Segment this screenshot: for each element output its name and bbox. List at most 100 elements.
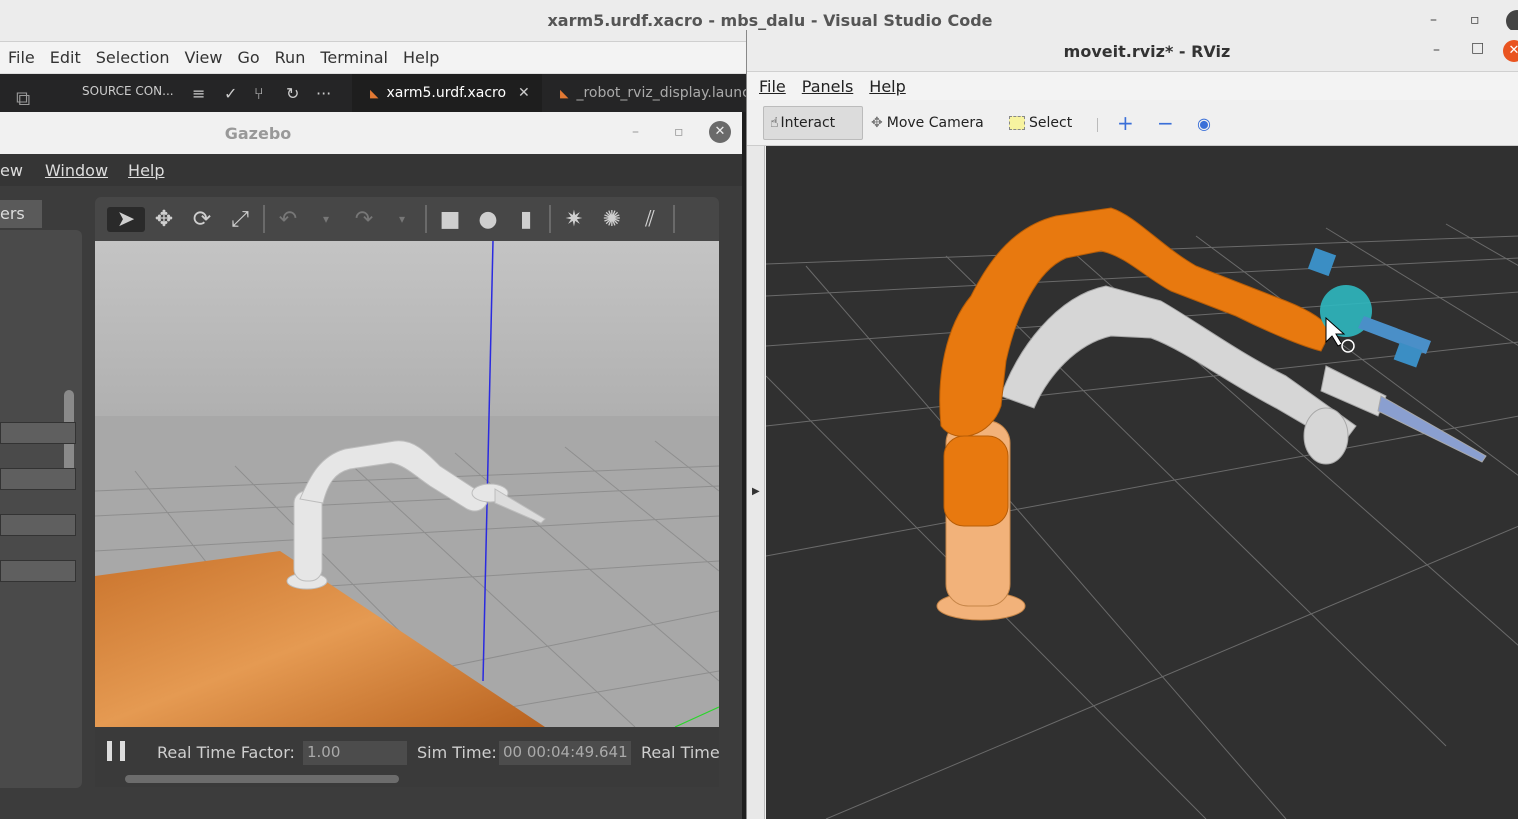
menu-view[interactable]: View bbox=[185, 48, 223, 67]
menu-file[interactable]: File bbox=[8, 48, 35, 67]
view-options-icon[interactable]: ◉ bbox=[1191, 106, 1217, 140]
left-panel bbox=[0, 230, 82, 788]
toolbar-divider bbox=[1097, 118, 1098, 132]
maximize-icon[interactable]: ▫ bbox=[1470, 12, 1480, 28]
interact-button[interactable]: ☝ Interact bbox=[763, 106, 863, 140]
menu-window[interactable]: Window bbox=[45, 161, 108, 180]
tab-robot-rviz-display[interactable]: ◣ _robot_rviz_display.launch bbox=[546, 74, 746, 112]
hand-icon: ☝ bbox=[770, 115, 779, 131]
minimize-icon[interactable]: – bbox=[1433, 42, 1440, 58]
source-control-header: SOURCE CON... bbox=[82, 84, 174, 98]
close-icon[interactable]: ✕ bbox=[709, 121, 731, 143]
menu-run[interactable]: Run bbox=[275, 48, 306, 67]
rotate-icon[interactable]: ⟳ bbox=[183, 207, 221, 232]
add-tool-icon[interactable]: + bbox=[1111, 106, 1140, 140]
rviz-title: moveit.rviz* - RViz bbox=[1063, 42, 1231, 61]
real-time-factor-label: Real Time Factor: bbox=[157, 743, 295, 762]
sphere-shape-icon[interactable]: ● bbox=[469, 207, 507, 232]
expand-arrow-icon[interactable]: ▶ bbox=[752, 486, 760, 497]
tab-label: _robot_rviz_display.launch bbox=[576, 85, 746, 101]
toolbar-divider bbox=[425, 205, 427, 233]
status-scrollbar[interactable] bbox=[125, 775, 399, 783]
close-icon[interactable]: ✕ bbox=[1503, 40, 1518, 62]
gazebo-titlebar: Gazebo – ▫ ✕ bbox=[0, 112, 742, 154]
undo-icon[interactable]: ↶ bbox=[269, 207, 307, 232]
menu-selection[interactable]: Selection bbox=[96, 48, 170, 67]
toolbar-divider bbox=[549, 205, 551, 233]
sim-time-label: Sim Time: bbox=[417, 743, 497, 762]
rviz-scene-graphics bbox=[766, 207, 1518, 819]
pause-icon[interactable] bbox=[107, 741, 125, 761]
explorer-icon[interactable]: ⧉ bbox=[16, 86, 42, 110]
commit-check-icon[interactable]: ✓ bbox=[224, 84, 237, 103]
select-label: Select bbox=[1029, 115, 1073, 131]
gazebo-menubar: ew Window Help bbox=[0, 154, 742, 186]
gazebo-window: Gazebo – ▫ ✕ ew Window Help ers ➤ ✥ ⟳ ⤢ … bbox=[0, 112, 742, 819]
spot-light-icon[interactable]: ✺ bbox=[593, 207, 631, 232]
rviz-3d-view[interactable] bbox=[766, 146, 1518, 819]
box-shape-icon[interactable]: ■ bbox=[431, 207, 469, 232]
interact-label: Interact bbox=[780, 115, 836, 131]
remove-tool-icon[interactable]: − bbox=[1151, 106, 1180, 140]
directional-light-icon[interactable]: ⫽ bbox=[631, 207, 669, 232]
tab-label: xarm5.urdf.xacro bbox=[386, 85, 507, 101]
close-icon[interactable] bbox=[1506, 10, 1518, 32]
left-panel-row[interactable] bbox=[0, 514, 76, 536]
toolbar-divider bbox=[673, 205, 675, 233]
gazebo-title: Gazebo bbox=[224, 124, 292, 143]
sim-time-value: 00 00:04:49.641 bbox=[499, 741, 631, 765]
undo-dropdown-icon[interactable]: ▾ bbox=[307, 212, 345, 226]
menu-panels[interactable]: Panels bbox=[802, 77, 854, 96]
rviz-menubar: File Panels Help bbox=[747, 72, 1518, 100]
menu-help[interactable]: Help bbox=[403, 48, 439, 67]
tab-xarm5-urdf-xacro[interactable]: ◣ xarm5.urdf.xacro ✕ bbox=[352, 74, 542, 112]
select-box-icon bbox=[1009, 116, 1025, 130]
menu-help[interactable]: Help bbox=[869, 77, 905, 96]
point-light-icon[interactable]: ✷ bbox=[555, 207, 593, 232]
select-arrow-icon[interactable]: ➤ bbox=[107, 206, 145, 232]
gazebo-statusbar: Real Time Factor: 1.00 Sim Time: 00 00:0… bbox=[95, 727, 720, 787]
move-camera-button[interactable]: ✥ Move Camera bbox=[865, 106, 990, 140]
real-time-label: Real Time bbox=[641, 743, 720, 762]
menu-help[interactable]: Help bbox=[128, 161, 164, 180]
maximize-icon[interactable]: □ bbox=[1471, 40, 1484, 56]
select-button[interactable]: Select bbox=[1003, 106, 1078, 140]
maximize-icon[interactable]: ▫ bbox=[674, 124, 684, 140]
menu-go[interactable]: Go bbox=[237, 48, 259, 67]
left-panel-row[interactable] bbox=[0, 560, 76, 582]
branch-icon[interactable]: ⑂ bbox=[254, 84, 264, 103]
real-time-factor-value: 1.00 bbox=[303, 741, 407, 765]
menu-view[interactable]: ew bbox=[0, 161, 23, 180]
vscode-menubar: File Edit Selection View Go Run Terminal… bbox=[0, 42, 746, 74]
translate-icon[interactable]: ✥ bbox=[145, 207, 183, 232]
move-camera-label: Move Camera bbox=[886, 115, 984, 131]
menu-edit[interactable]: Edit bbox=[50, 48, 81, 67]
redo-icon[interactable]: ↷ bbox=[345, 207, 383, 232]
gazebo-toolbar: ➤ ✥ ⟳ ⤢ ↶ ▾ ↷ ▾ ■ ● ▮ ✷ ✺ ⫽ bbox=[95, 197, 719, 241]
redo-dropdown-icon[interactable]: ▾ bbox=[383, 212, 421, 226]
rviz-dock-collapse[interactable]: ▶ bbox=[747, 146, 765, 819]
rviz-titlebar: moveit.rviz* - RViz – □ ✕ bbox=[747, 30, 1518, 72]
menu-file[interactable]: File bbox=[759, 77, 786, 96]
gazebo-3d-scene[interactable] bbox=[95, 241, 719, 727]
rss-file-icon: ◣ bbox=[370, 86, 379, 100]
minimize-icon[interactable]: – bbox=[1430, 12, 1437, 28]
layers-tab[interactable]: ers bbox=[0, 200, 42, 228]
rss-file-icon: ◣ bbox=[560, 86, 569, 100]
menu-terminal[interactable]: Terminal bbox=[320, 48, 388, 67]
gazebo-render-panel: ➤ ✥ ⟳ ⤢ ↶ ▾ ↷ ▾ ■ ● ▮ ✷ ✺ ⫽ Real Time Fa… bbox=[95, 197, 720, 787]
gazebo-scene-graphics bbox=[95, 241, 719, 727]
rviz-toolbar: ☝ Interact ✥ Move Camera Select + − ◉ bbox=[747, 100, 1518, 146]
left-panel-row[interactable] bbox=[0, 468, 76, 490]
more-icon[interactable]: ··· bbox=[316, 84, 331, 103]
cylinder-shape-icon[interactable]: ▮ bbox=[507, 207, 545, 232]
move-camera-icon: ✥ bbox=[871, 115, 883, 131]
refresh-icon[interactable]: ↻ bbox=[286, 84, 299, 103]
minimize-icon[interactable]: – bbox=[632, 124, 639, 140]
left-panel-row[interactable] bbox=[0, 422, 76, 444]
rviz-window: moveit.rviz* - RViz – □ ✕ File Panels He… bbox=[746, 30, 1518, 819]
scale-icon[interactable]: ⤢ bbox=[221, 207, 259, 232]
tab-close-icon[interactable]: ✕ bbox=[518, 85, 530, 101]
vscode-title: xarm5.urdf.xacro - mbs_dalu - Visual Stu… bbox=[547, 11, 993, 30]
list-icon[interactable]: ≡ bbox=[192, 84, 205, 103]
